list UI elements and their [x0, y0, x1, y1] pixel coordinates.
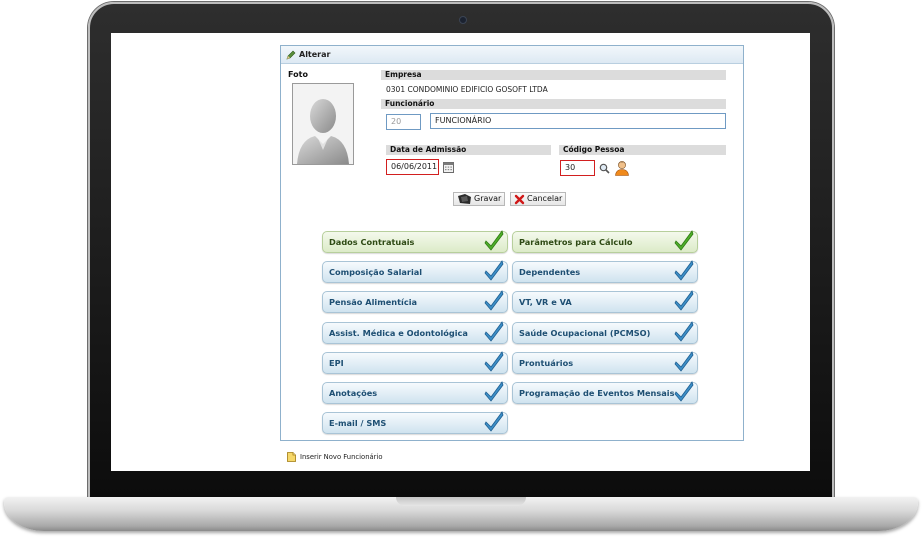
- menu-item[interactable]: Composição Salarial: [322, 260, 508, 284]
- menu-item-label: VT, VR e VA: [519, 297, 572, 308]
- laptop-screen: Alterar Foto Empresa 0301 CONDOMINIO EDI…: [111, 33, 810, 471]
- admissao-date-field[interactable]: 06/06/2011: [386, 159, 439, 175]
- save-button[interactable]: Gravar: [453, 192, 506, 206]
- menu-item[interactable]: Assist. Médica e Odontológica: [322, 320, 508, 344]
- checkmark-icon: [484, 230, 504, 251]
- checkmark-icon: [484, 320, 504, 342]
- menu-item[interactable]: Pensão Alimentícia: [322, 290, 508, 314]
- admissao-label: Data de Admissão: [386, 145, 551, 155]
- empresa-label: Empresa: [381, 70, 726, 80]
- search-icon[interactable]: [599, 163, 610, 174]
- menu-item[interactable]: EPI: [322, 350, 508, 374]
- checkmark-icon: [484, 260, 504, 281]
- employee-edit-panel: Alterar Foto Empresa 0301 CONDOMINIO EDI…: [280, 45, 744, 441]
- camera-icon: [459, 16, 467, 24]
- menu-item[interactable]: Prontuários: [512, 350, 698, 374]
- panel-header: Alterar: [281, 46, 743, 64]
- new-document-icon: [287, 452, 296, 462]
- checkmark-icon: [484, 290, 504, 312]
- calendar-icon[interactable]: [443, 162, 454, 173]
- menu-item[interactable]: Parâmetros para Cálculo: [512, 230, 698, 253]
- funcionario-label: Funcionário: [381, 99, 726, 109]
- menu-item-label: Parâmetros para Cálculo: [519, 237, 633, 247]
- funcionario-code-field[interactable]: 20: [386, 114, 421, 130]
- menu-item-label: E-mail / SMS: [329, 418, 387, 429]
- funcionario-name-field[interactable]: FUNCIONÁRIO: [430, 113, 726, 129]
- checkmark-icon: [484, 350, 504, 372]
- menu-item-label: Pensão Alimentícia: [329, 297, 418, 308]
- person-lookup-icon[interactable]: [614, 160, 630, 176]
- save-button-label: Gravar: [474, 194, 502, 203]
- insert-employee-label: Inserir Novo Funcionário: [300, 453, 383, 461]
- checkmark-icon: [674, 350, 694, 372]
- menu-item[interactable]: VT, VR e VA: [512, 290, 698, 314]
- menu-item-label: Composição Salarial: [329, 267, 423, 278]
- codigo-pessoa-label: Código Pessoa: [559, 145, 726, 155]
- checkmark-icon: [674, 381, 694, 402]
- menu-item-label: Dados Contratuais: [329, 237, 415, 247]
- menu-item[interactable]: Programação de Eventos Mensais: [512, 381, 698, 404]
- cancel-button-label: Cancelar: [527, 194, 563, 203]
- laptop-notch: [396, 497, 526, 506]
- pencil-icon: [286, 50, 296, 60]
- menu-item-label: EPI: [329, 357, 344, 368]
- menu-item[interactable]: Anotações: [322, 381, 508, 404]
- checkmark-icon: [674, 230, 694, 251]
- menu-item-label: Dependentes: [519, 267, 581, 278]
- checkmark-icon: [674, 290, 694, 312]
- menu-item[interactable]: Dados Contratuais: [322, 230, 508, 253]
- insert-employee-link[interactable]: Inserir Novo Funcionário: [287, 452, 383, 462]
- menu-item-label: Saúde Ocupacional (PCMSO): [519, 327, 651, 338]
- empresa-value: 0301 CONDOMINIO EDIFICIO GOSOFT LTDA: [386, 85, 548, 94]
- checkmark-icon: [484, 411, 504, 432]
- checkmark-icon: [674, 260, 694, 281]
- menu-item[interactable]: Saúde Ocupacional (PCMSO): [512, 320, 698, 344]
- cancel-x-icon: [514, 194, 525, 204]
- menu-item-label: Assist. Médica e Odontológica: [329, 327, 468, 338]
- photo-label: Foto: [288, 70, 308, 79]
- cancel-button[interactable]: Cancelar: [510, 192, 567, 206]
- menu-item[interactable]: E-mail / SMS: [322, 411, 508, 435]
- checkmark-icon: [484, 381, 504, 402]
- menu-item-label: Programação de Eventos Mensais: [519, 388, 675, 398]
- codigo-pessoa-field[interactable]: 30: [560, 160, 595, 176]
- gravar-icon: [458, 194, 471, 204]
- checkmark-icon: [674, 320, 694, 342]
- menu-item-label: Prontuários: [519, 357, 574, 368]
- menu-item-label: Anotações: [329, 388, 378, 398]
- menu-item[interactable]: Dependentes: [512, 260, 698, 284]
- person-silhouette-icon: [297, 99, 349, 164]
- employee-photo[interactable]: [292, 83, 354, 165]
- panel-title: Alterar: [299, 50, 331, 59]
